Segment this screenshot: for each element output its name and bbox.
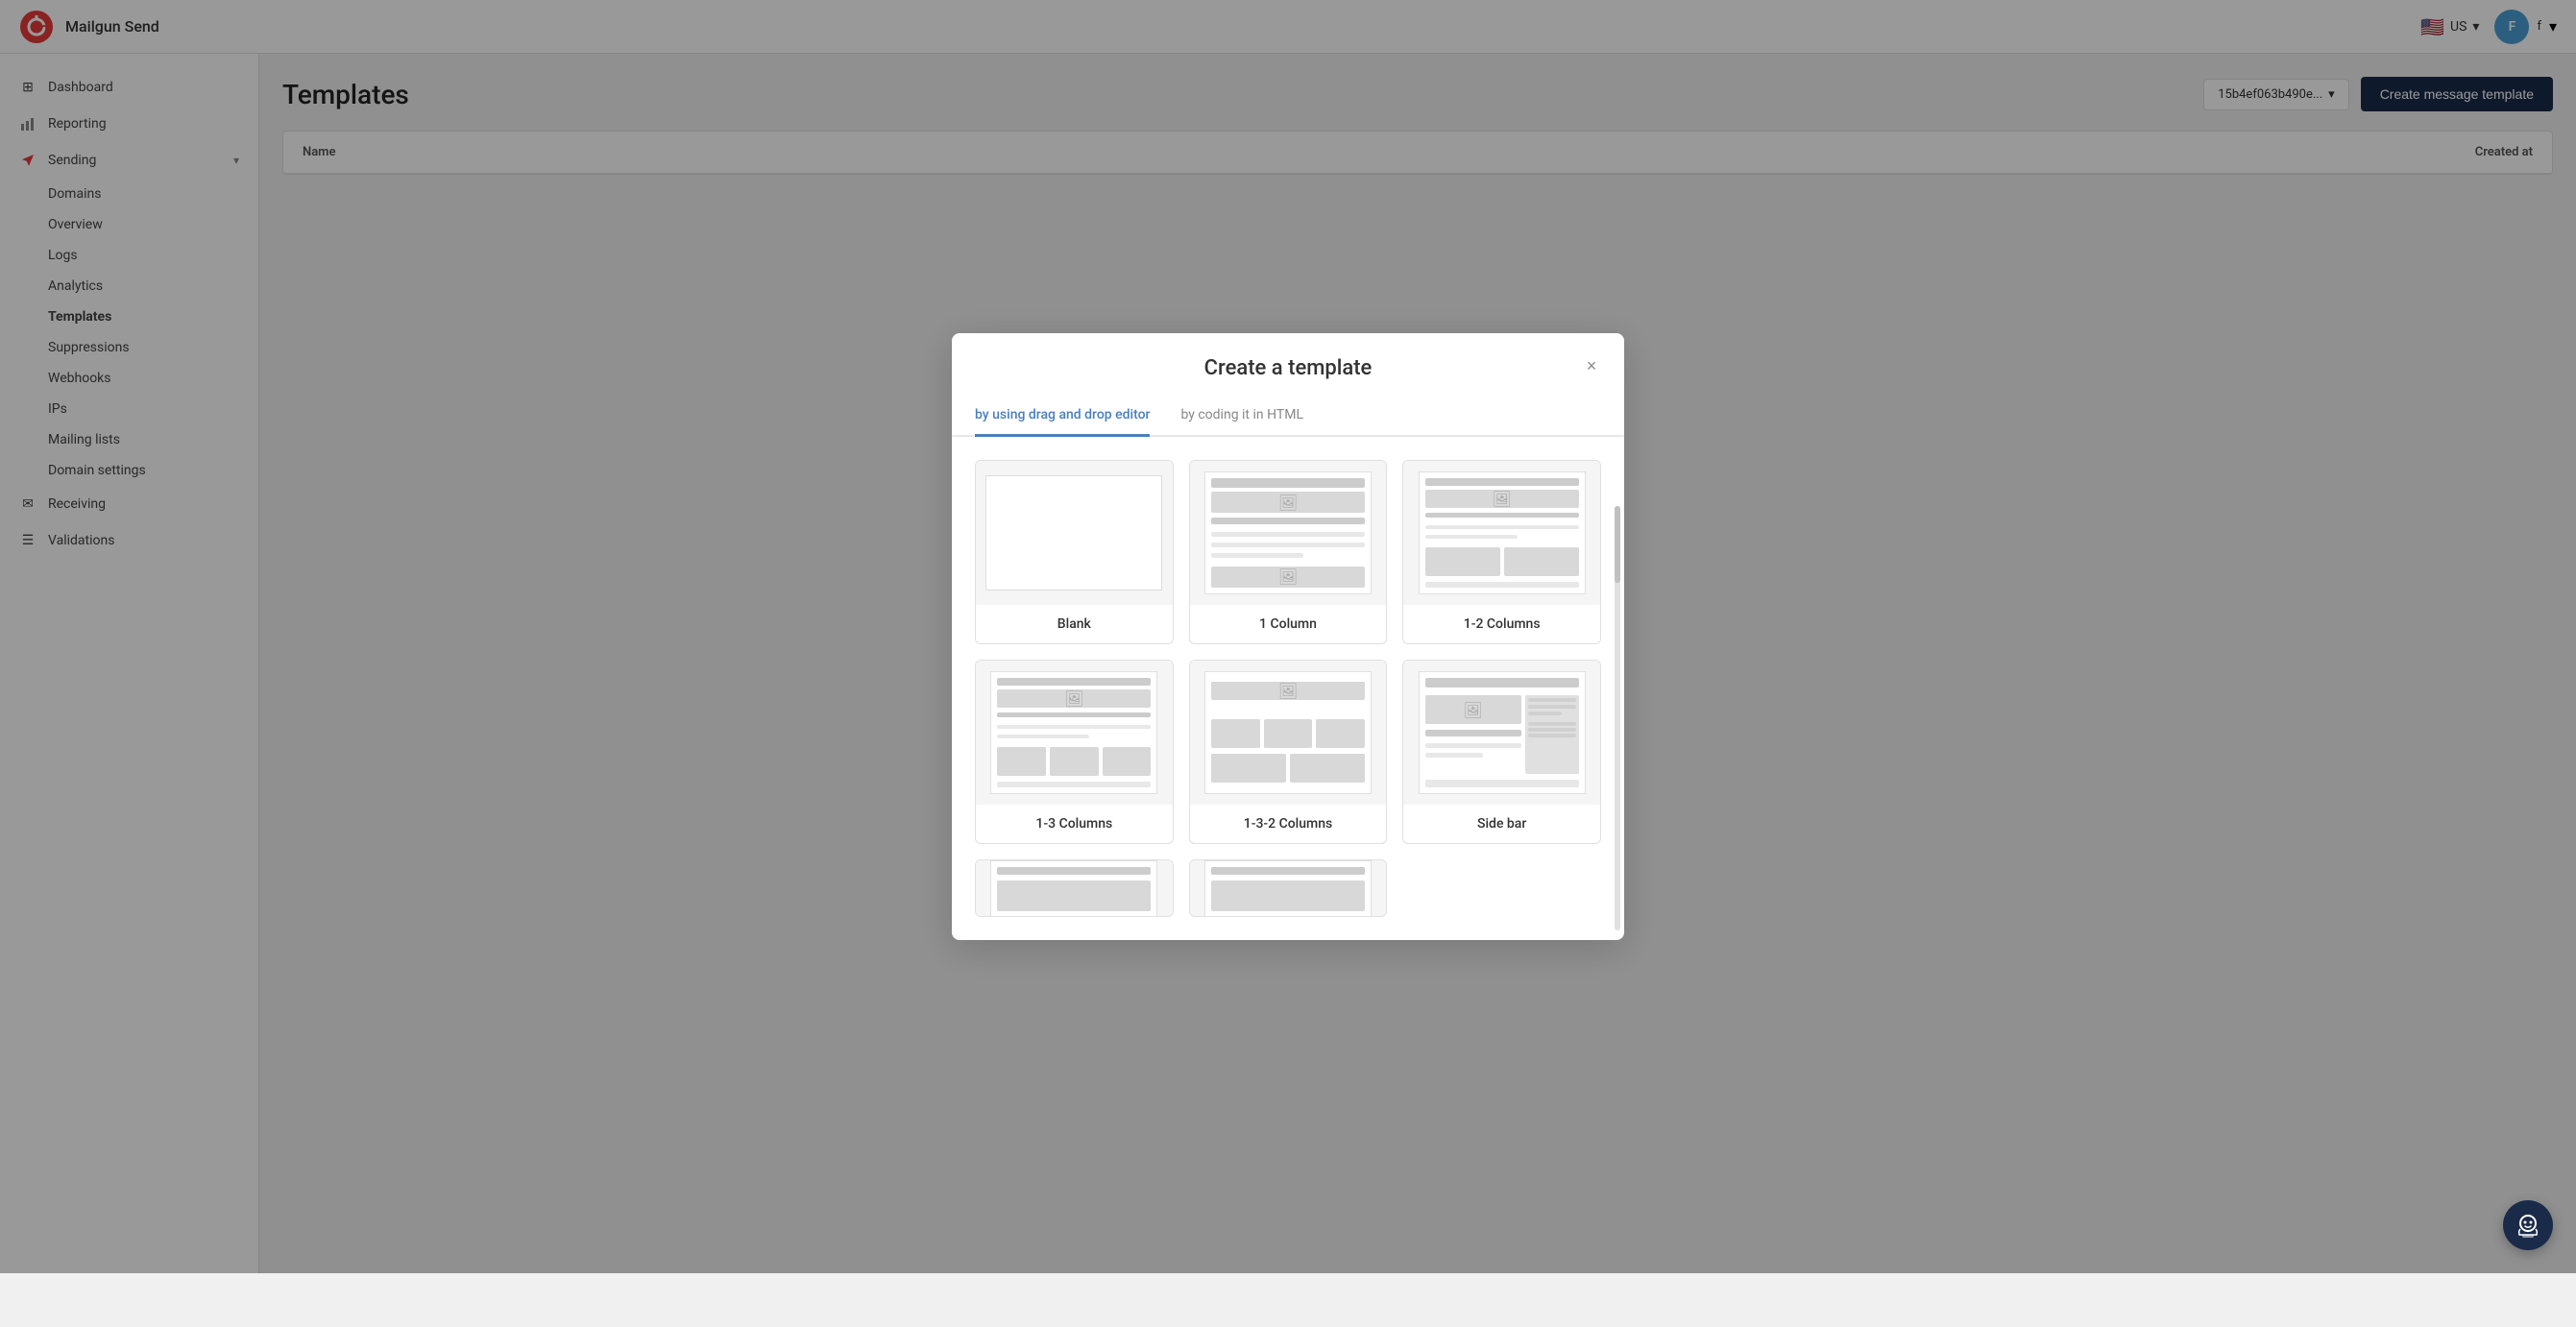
modal-body: Blank 🖼 xyxy=(952,437,1624,940)
template-card-1-2col[interactable]: 🖼 1-2 Columns xyxy=(1402,460,1601,644)
modal-title: Create a template xyxy=(1204,356,1373,380)
modal-scrollbar[interactable] xyxy=(1615,506,1620,930)
template-label-1-2col: 1-2 Columns xyxy=(1403,605,1600,643)
modal-overlay[interactable]: Create a template × by using drag and dr… xyxy=(0,0,2576,1273)
template-card-partial2[interactable] xyxy=(1189,859,1388,917)
modal-header: Create a template × xyxy=(952,333,1624,380)
image-placeholder-icon: 🖼 xyxy=(1278,494,1298,512)
template-preview-partial1 xyxy=(976,860,1173,917)
image-placeholder-icon: 🖼 xyxy=(1493,490,1512,508)
modal-close-button[interactable]: × xyxy=(1578,352,1605,379)
modal-scrollbar-thumb xyxy=(1615,506,1620,583)
create-template-modal: Create a template × by using drag and dr… xyxy=(952,333,1624,940)
template-card-sidebar[interactable]: 🖼 xyxy=(1402,660,1601,844)
image-placeholder-icon: 🖼 xyxy=(1278,567,1298,586)
template-grid: Blank 🖼 xyxy=(975,460,1601,917)
template-card-blank[interactable]: Blank xyxy=(975,460,1174,644)
template-card-partial1[interactable] xyxy=(975,859,1174,917)
image-placeholder-icon: 🖼 xyxy=(1278,682,1298,700)
bot-icon xyxy=(2515,1212,2541,1239)
chat-bot-button[interactable] xyxy=(2503,1200,2553,1250)
tab-drag-drop[interactable]: by using drag and drop editor xyxy=(975,396,1150,437)
template-card-1-3col[interactable]: 🖼 1-3 Col xyxy=(975,660,1174,844)
template-label-1col: 1 Column xyxy=(1190,605,1387,643)
image-placeholder-icon: 🖼 xyxy=(1064,689,1083,708)
template-label-sidebar: Side bar xyxy=(1403,805,1600,843)
template-preview-1-3-2col: 🖼 xyxy=(1190,661,1387,805)
template-label-1-3col: 1-3 Columns xyxy=(976,805,1173,843)
template-preview-partial2 xyxy=(1190,860,1387,917)
tab-html[interactable]: by coding it in HTML xyxy=(1180,396,1303,437)
template-label-1-3-2col: 1-3-2 Columns xyxy=(1190,805,1387,843)
template-preview-1col: 🖼 🖼 xyxy=(1190,461,1387,605)
template-preview-sidebar: 🖼 xyxy=(1403,661,1600,805)
modal-tabs: by using drag and drop editor by coding … xyxy=(952,396,1624,437)
template-preview-1-3col: 🖼 xyxy=(976,661,1173,805)
image-placeholder-icon: 🖼 xyxy=(1464,701,1483,719)
template-card-1-3-2col[interactable]: 🖼 xyxy=(1189,660,1388,844)
template-card-1col[interactable]: 🖼 🖼 1 Column xyxy=(1189,460,1388,644)
template-label-blank: Blank xyxy=(976,605,1173,643)
template-preview-blank xyxy=(976,461,1173,605)
template-preview-1-2col: 🖼 xyxy=(1403,461,1600,605)
